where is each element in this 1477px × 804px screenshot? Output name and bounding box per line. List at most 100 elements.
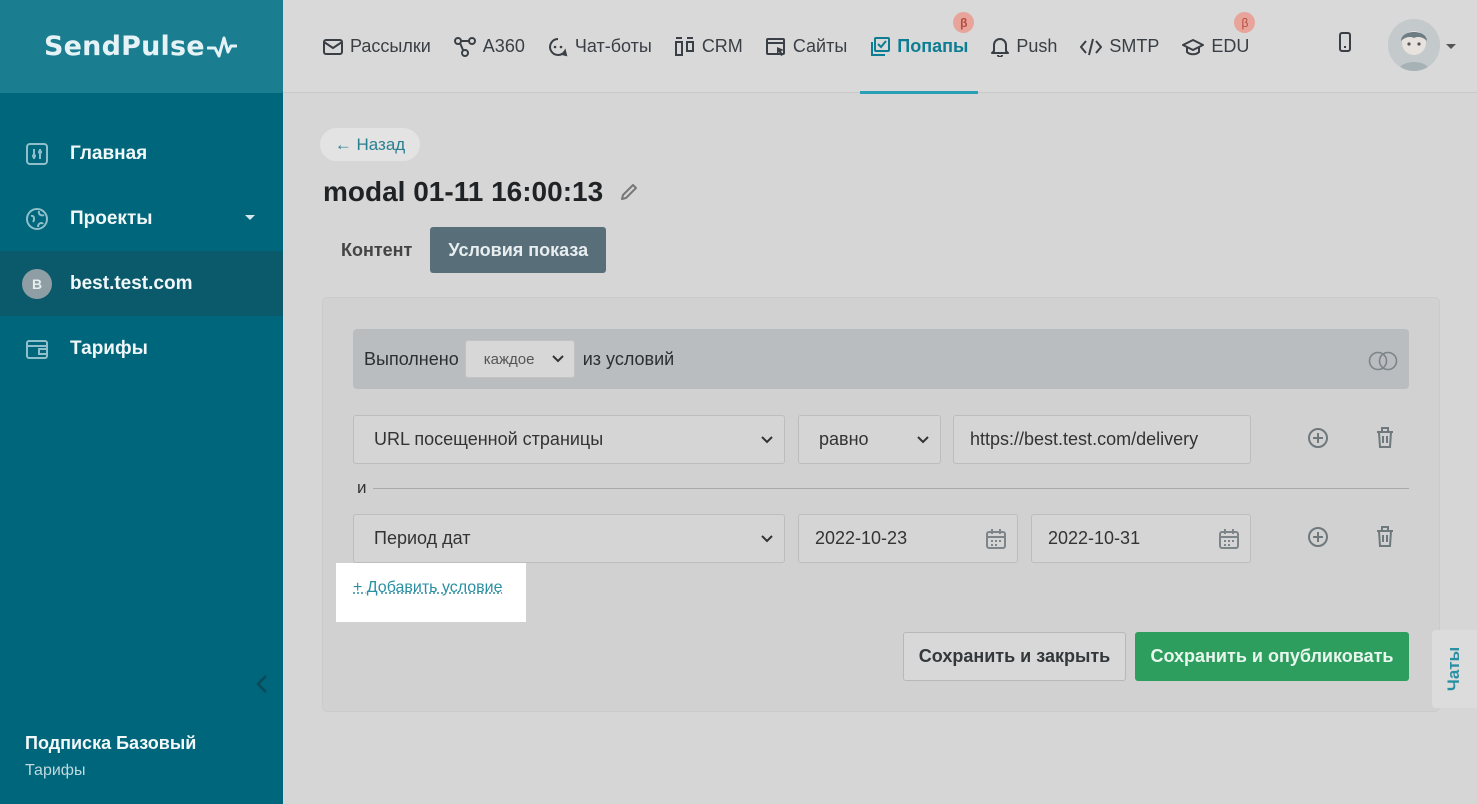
topnav-label: Сайты (792, 36, 848, 56)
sidebar-item-label: Главная (70, 142, 148, 164)
trash-icon[interactable] (1373, 426, 1397, 450)
chevron-down-icon (761, 534, 773, 542)
subscription-info: Подписка Базовый Тарифы (25, 733, 196, 780)
date-from-input[interactable]: 2022-10-23 (798, 514, 1018, 563)
condition-field-value: URL посещенной страницы (374, 429, 604, 449)
topnav-label: A360 (482, 36, 525, 56)
and-separator-line (373, 488, 1409, 489)
trash-icon[interactable] (1373, 525, 1397, 549)
condition-operator-value: равно (819, 429, 869, 449)
mail-icon (323, 38, 343, 55)
topnav-item-a360[interactable]: A360 (453, 0, 525, 93)
conditions-prefix: Выполнено (364, 348, 459, 369)
user-avatar[interactable] (1388, 19, 1440, 71)
sidebar-item-label: Тарифы (70, 337, 148, 359)
match-mode-value: каждое (483, 350, 535, 368)
sidebar-item-tariffs[interactable]: Тарифы (0, 316, 283, 381)
calendar-icon[interactable] (985, 528, 1007, 550)
topnav-label: SMTP (1109, 36, 1160, 56)
page-title: modal 01-11 16:00:13 (323, 176, 639, 208)
tabs: Контент Условия показа (323, 227, 607, 273)
topnav-label: Push (1016, 36, 1058, 56)
add-condition-link[interactable]: + Добавить условие (353, 579, 503, 597)
chevron-down-icon (917, 435, 929, 443)
globe-icon (24, 206, 50, 232)
date-from-value: 2022-10-23 (815, 528, 908, 548)
popup-icon (871, 36, 891, 56)
chatbot-icon (548, 37, 568, 56)
topnav-label: Рассылки (350, 36, 431, 56)
condition-url-value: https://best.test.com/delivery (970, 429, 1199, 449)
user-avatar-icon (1388, 19, 1440, 71)
sidebar-item-projects[interactable]: Проекты (0, 186, 283, 251)
sidebar-item-home[interactable]: Главная (0, 121, 283, 186)
popup-name: modal 01-11 16:00:13 (323, 176, 604, 207)
wallet-icon (24, 336, 50, 362)
topnav-item-smtp[interactable]: SMTP (1080, 0, 1159, 93)
save-and-close-button[interactable]: Сохранить и закрыть (903, 632, 1126, 681)
topnav-item-push[interactable]: Push (991, 0, 1057, 93)
venn-icon[interactable] (1367, 351, 1399, 371)
top-nav: Рассылки A360 Чат-боты CRM Сайты Попапы … (323, 0, 1272, 94)
site-icon (765, 37, 785, 56)
condition-field-select[interactable]: URL посещенной страницы (353, 415, 785, 464)
tab-content[interactable]: Контент (323, 227, 430, 273)
chevron-down-icon[interactable] (245, 215, 255, 220)
date-to-value: 2022-10-31 (1048, 528, 1141, 548)
subscription-title: Подписка Базовый (25, 733, 197, 753)
add-condition-icon[interactable] (1306, 525, 1330, 549)
save-and-publish-button[interactable]: Сохранить и опубликовать (1135, 632, 1409, 681)
topnav-label: EDU (1211, 36, 1250, 56)
date-to-input[interactable]: 2022-10-31 (1031, 514, 1251, 563)
chats-tab[interactable]: Чаты (1432, 630, 1477, 708)
bell-icon (991, 37, 1010, 57)
brand-logo[interactable]: SendPulse (0, 0, 283, 93)
topnav-item-campaigns[interactable]: Рассылки (323, 0, 431, 93)
topnav-item-chatbots[interactable]: Чат-боты (548, 0, 652, 93)
topnav-item-crm[interactable]: CRM (674, 0, 743, 93)
sidebar-item-project-site[interactable]: B best.test.com (0, 251, 283, 316)
subscription-tariffs-link[interactable]: Тарифы (25, 762, 196, 780)
topnav-item-edu[interactable]: EDU β (1182, 0, 1256, 93)
sidebar-item-label: Проекты (70, 207, 153, 229)
match-mode-select[interactable]: каждое (464, 340, 575, 378)
sidebar: SendPulse Главная Проекты B best.test.co… (0, 0, 283, 804)
tab-display-conditions[interactable]: Условия показа (430, 227, 607, 273)
sidebar-nav: Главная Проекты B best.test.com Тарифы (0, 121, 283, 381)
condition-field-select[interactable]: Период дат (353, 514, 785, 563)
automation-icon (453, 36, 476, 57)
back-button[interactable]: ← Назад (320, 128, 420, 161)
dashboard-icon (24, 141, 50, 167)
project-avatar: B (22, 268, 52, 299)
graduation-cap-icon (1182, 38, 1205, 55)
calendar-icon[interactable] (1218, 528, 1240, 550)
topnav-label: Чат-боты (574, 36, 652, 56)
add-condition-icon[interactable] (1306, 426, 1330, 450)
pulse-icon (206, 36, 237, 57)
conditions-suffix: из условий (582, 348, 675, 369)
collapse-sidebar-icon[interactable] (254, 674, 270, 694)
topnav-label: CRM (701, 36, 743, 56)
topnav-item-sites[interactable]: Сайты (765, 0, 848, 93)
and-separator-label: и (357, 478, 367, 497)
crm-icon (674, 36, 694, 56)
mobile-phone-icon[interactable] (1338, 32, 1352, 52)
chevron-down-icon[interactable] (1446, 44, 1456, 49)
chevron-down-icon (761, 435, 773, 443)
condition-operator-select[interactable]: равно (798, 415, 941, 464)
beta-badge: β (953, 12, 975, 33)
conditions-card: Выполнено каждое из условий URL посещенн… (323, 298, 1439, 711)
condition-field-value: Период дат (374, 528, 471, 548)
topnav-item-popups[interactable]: Попапы β (860, 0, 979, 94)
add-condition-highlight: + Добавить условие (336, 563, 526, 622)
sidebar-item-label: best.test.com (70, 272, 193, 294)
code-icon (1080, 38, 1103, 55)
pencil-icon[interactable] (619, 182, 639, 202)
chevron-down-icon (552, 355, 564, 363)
conditions-header: Выполнено каждое из условий (353, 329, 1409, 389)
condition-url-input[interactable]: https://best.test.com/delivery (953, 415, 1251, 464)
top-bar: Рассылки A360 Чат-боты CRM Сайты Попапы … (283, 0, 1477, 94)
topnav-label: Попапы (897, 36, 969, 56)
beta-badge: β (1234, 12, 1256, 33)
brand-name: SendPulse (44, 31, 205, 62)
